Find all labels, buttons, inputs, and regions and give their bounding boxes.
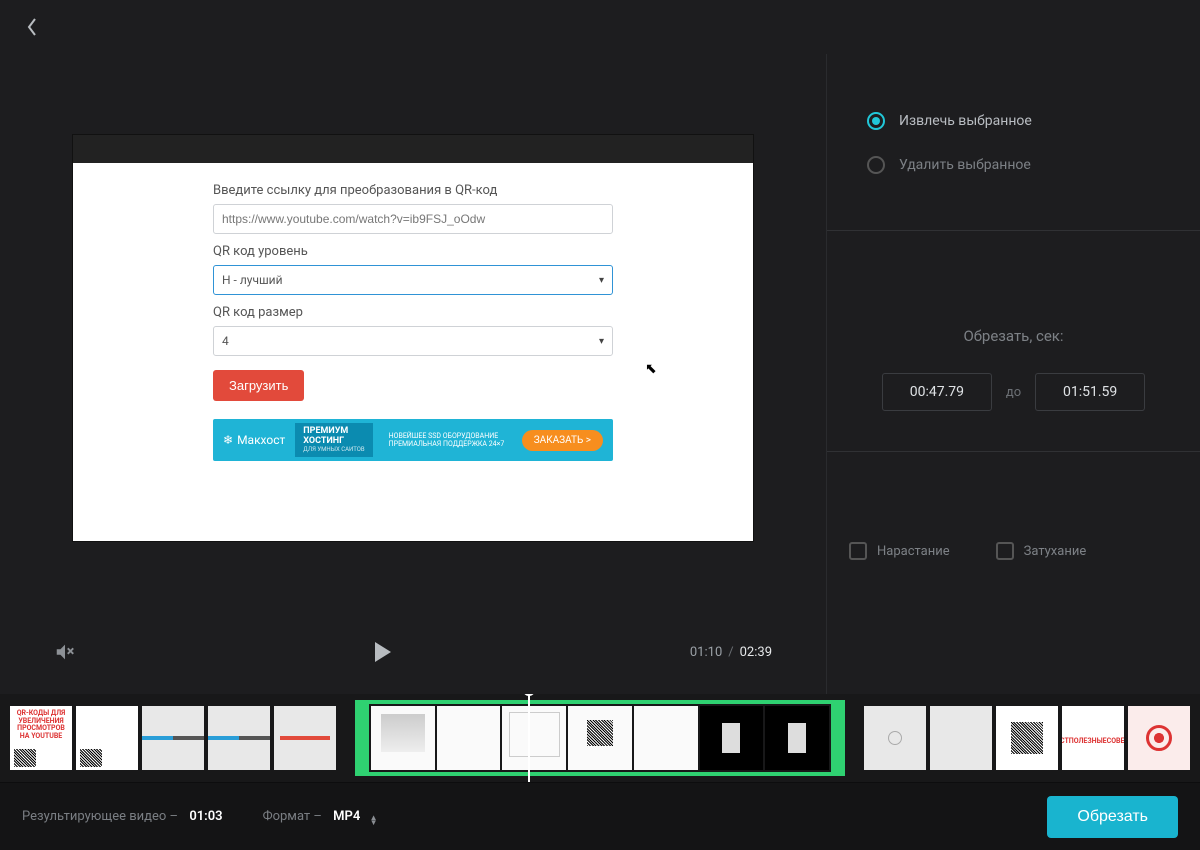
result-duration: 01:03: [189, 809, 222, 824]
preview-link-input: [213, 204, 613, 234]
timeline-thumb[interactable]: [700, 706, 764, 770]
banner-mid: ПРЕМИУМ ХОСТИНГ ДЛЯ УМНЫХ САЙТОВ: [295, 423, 372, 457]
selection-handle-right[interactable]: [831, 704, 841, 772]
time-display: 01:10/02:39: [690, 645, 772, 660]
preview-size-label: QR код размер: [213, 305, 613, 320]
preview-ad-banner: ❄ Макхост ПРЕМИУМ ХОСТИНГ ДЛЯ УМНЫХ САЙТ…: [213, 419, 613, 461]
fade-out-label: Затухание: [1024, 544, 1087, 559]
trim-sep-label: до: [1006, 385, 1021, 400]
radio-icon: [867, 156, 885, 174]
radio-icon: [867, 112, 885, 130]
timeline-thumb[interactable]: [568, 706, 632, 770]
cursor-icon: ⬉: [645, 361, 657, 377]
total-duration: 02:39: [740, 645, 772, 660]
timeline-thumb[interactable]: [371, 706, 435, 770]
stepper-icon: ▲▼: [370, 815, 378, 825]
fade-in-checkbox[interactable]: Нарастание: [849, 542, 950, 560]
fade-in-label: Нарастание: [877, 544, 950, 559]
video-preview: Введите ссылку для преобразования в QR-к…: [0, 54, 826, 622]
timeline-thumb[interactable]: [502, 706, 566, 770]
back-button[interactable]: [18, 13, 46, 41]
timeline-thumb[interactable]: [1128, 706, 1190, 770]
crop-button[interactable]: Обрезать: [1047, 796, 1178, 838]
format-value: MP4: [333, 809, 360, 824]
mode-extract-label: Извлечь выбранное: [899, 113, 1032, 129]
selection-handle-left[interactable]: [359, 704, 369, 772]
trim-end-input[interactable]: 01:51.59: [1035, 373, 1145, 411]
chevron-down-icon: ▾: [599, 336, 604, 347]
banner-cta: ЗАКАЗАТЬ >: [522, 430, 603, 451]
chevron-left-icon: [27, 18, 37, 36]
format-block[interactable]: Формат – MP4 ▲▼: [263, 809, 378, 825]
timeline-thumb[interactable]: [76, 706, 138, 770]
current-time: 01:10: [690, 645, 722, 660]
result-duration-block: Результирующее видео – 01:03: [22, 809, 223, 824]
mode-delete-label: Удалить выбранное: [899, 157, 1031, 173]
video-frame: Введите ссылку для преобразования в QR-к…: [73, 135, 753, 541]
banner-features: НОВЕЙШЕЕ SSD ОБОРУДОВАНИЕ ПРЕМИАЛЬНАЯ ПО…: [383, 432, 512, 449]
mode-delete-radio[interactable]: Удалить выбранное: [867, 156, 1180, 174]
playhead[interactable]: [528, 694, 530, 782]
timeline-thumb[interactable]: [996, 706, 1058, 770]
timeline-thumb[interactable]: [634, 706, 698, 770]
trim-start-input[interactable]: 00:47.79: [882, 373, 992, 411]
result-label: Результирующее видео –: [22, 809, 178, 824]
selection-range[interactable]: [355, 700, 845, 776]
volume-muted-icon: [54, 641, 76, 663]
preview-level-value: H - лучший: [222, 273, 283, 287]
timeline-thumb[interactable]: ПЛЕЙЛИСТ ПОЛЕЗНЫЕ СОВЕТЫ ПО ЮТУБ: [1062, 706, 1124, 770]
selection-content: [369, 704, 831, 772]
mode-extract-radio[interactable]: Извлечь выбранное: [867, 112, 1180, 130]
timeline-thumb[interactable]: [208, 706, 270, 770]
checkbox-icon: [849, 542, 867, 560]
checkbox-icon: [996, 542, 1014, 560]
play-button[interactable]: [373, 640, 393, 664]
timeline-thumb[interactable]: [765, 706, 829, 770]
preview-link-label: Введите ссылку для преобразования в QR-к…: [213, 183, 613, 198]
preview-size-select: 4 ▾: [213, 326, 613, 356]
timeline-thumb[interactable]: QR-КОДЫ ДЛЯ УВЕЛИЧЕНИЯ ПРОСМОТРОВ НА YOU…: [10, 706, 72, 770]
preview-level-label: QR код уровень: [213, 244, 613, 259]
timeline-thumb[interactable]: [274, 706, 336, 770]
format-label: Формат –: [263, 809, 322, 824]
timeline-thumb[interactable]: [142, 706, 204, 770]
timeline-thumb[interactable]: [930, 706, 992, 770]
preview-submit-button: Загрузить: [213, 370, 304, 401]
preview-level-select: H - лучший ▾: [213, 265, 613, 295]
timeline-thumb[interactable]: [864, 706, 926, 770]
fade-out-checkbox[interactable]: Затухание: [996, 542, 1087, 560]
preview-size-value: 4: [222, 334, 229, 348]
chevron-down-icon: ▾: [599, 275, 604, 286]
trim-title: Обрезать, сек:: [847, 327, 1180, 345]
play-icon: [373, 640, 393, 664]
bottom-bar: Результирующее видео – 01:03 Формат – MP…: [0, 782, 1200, 850]
mute-button[interactable]: [54, 641, 76, 663]
timeline[interactable]: QR-КОДЫ ДЛЯ УВЕЛИЧЕНИЯ ПРОСМОТРОВ НА YOU…: [0, 694, 1200, 782]
timeline-thumb[interactable]: [437, 706, 501, 770]
banner-logo: ❄ Макхост: [223, 433, 285, 447]
snowflake-icon: ❄: [223, 433, 233, 447]
